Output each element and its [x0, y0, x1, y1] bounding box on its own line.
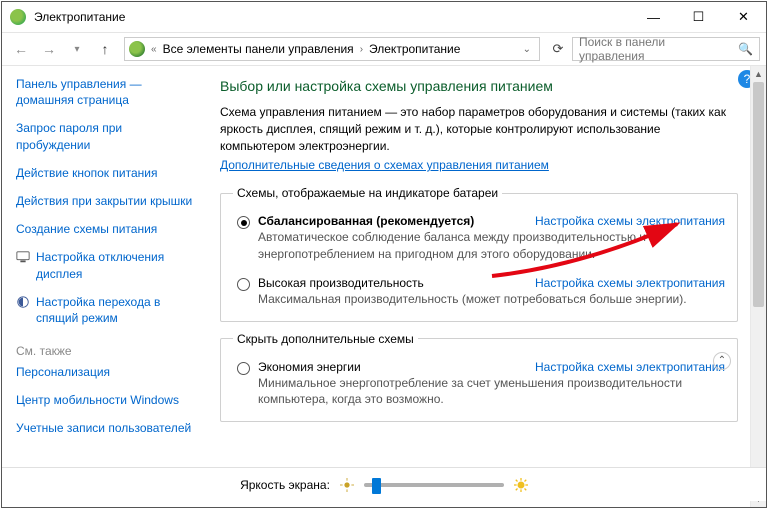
radio-balanced[interactable] — [237, 216, 250, 229]
plan-balanced[interactable]: Сбалансированная (рекомендуется) Настрой… — [233, 214, 725, 261]
breadcrumb-sep: « — [151, 44, 157, 55]
up-button[interactable]: ↑ — [92, 36, 118, 62]
address-dropdown[interactable]: ⌄ — [519, 44, 535, 55]
sidebar-display-off[interactable]: Настройка отключения дисплея — [36, 249, 198, 281]
minimize-button[interactable]: — — [631, 3, 676, 31]
see-also-personalization[interactable]: Персонализация — [16, 364, 198, 380]
slider-thumb[interactable] — [372, 478, 381, 494]
sidebar-password[interactable]: Запрос пароля при пробуждении — [16, 120, 198, 152]
change-plan-link[interactable]: Настройка схемы электропитания — [535, 214, 725, 228]
plan-name: Экономия энергии — [258, 360, 361, 374]
sidebar-lid-close[interactable]: Действия при закрытии крышки — [16, 193, 198, 209]
plan-name: Высокая производительность — [258, 276, 424, 290]
display-icon — [16, 250, 30, 264]
titlebar: Электропитание — ☐ ✕ — [2, 2, 766, 32]
brightness-slider[interactable] — [364, 483, 504, 487]
change-plan-link[interactable]: Настройка схемы электропитания — [535, 360, 725, 374]
see-also-accounts[interactable]: Учетные записи пользователей — [16, 420, 198, 436]
scrollbar[interactable]: ▲ ▼ — [750, 66, 766, 507]
search-box[interactable]: Поиск в панели управления 🔍 — [572, 37, 760, 61]
radio-power-saver[interactable] — [237, 362, 250, 375]
address-bar[interactable]: « Все элементы панели управления › Элект… — [124, 37, 540, 61]
page-heading: Выбор или настройка схемы управления пит… — [220, 78, 738, 94]
sun-bright-icon — [514, 478, 528, 492]
recent-button[interactable]: ▾ — [64, 36, 90, 62]
see-also-heading: См. также — [16, 344, 198, 358]
breadcrumb-sep: › — [360, 44, 363, 55]
change-plan-link[interactable]: Настройка схемы электропитания — [535, 276, 725, 290]
see-also-mobility[interactable]: Центр мобильности Windows — [16, 392, 198, 408]
forward-button[interactable]: → — [36, 36, 62, 62]
extra-plans-group: Скрыть дополнительные схемы ⌃ Экономия э… — [220, 332, 738, 422]
plan-desc: Автоматическое соблюдение баланса между … — [258, 229, 725, 261]
plan-desc: Минимальное энергопотребление за счет ум… — [258, 375, 725, 407]
plan-name: Сбалансированная (рекомендуется) — [258, 214, 474, 228]
maximize-button[interactable]: ☐ — [676, 3, 721, 31]
search-icon: 🔍 — [738, 42, 753, 56]
plan-high-performance[interactable]: Высокая производительность Настройка схе… — [233, 276, 725, 307]
collapse-button[interactable]: ⌃ — [713, 352, 731, 370]
brightness-bar: Яркость экрана: — [2, 467, 766, 501]
battery-plans-group: Схемы, отображаемые на индикаторе батаре… — [220, 186, 738, 322]
sleep-icon — [16, 295, 30, 309]
brightness-label: Яркость экрана: — [240, 478, 330, 492]
sidebar-create-plan[interactable]: Создание схемы питания — [16, 221, 198, 237]
scroll-up-icon[interactable]: ▲ — [751, 66, 766, 82]
navbar: ← → ▾ ↑ « Все элементы панели управления… — [2, 32, 766, 66]
power-options-icon — [10, 9, 26, 25]
search-placeholder: Поиск в панели управления — [579, 35, 732, 63]
window: Электропитание — ☐ ✕ ← → ▾ ↑ « Все элеме… — [1, 1, 767, 508]
group2-legend: Скрыть дополнительные схемы — [233, 332, 418, 346]
group1-legend: Схемы, отображаемые на индикаторе батаре… — [233, 186, 502, 200]
refresh-button[interactable]: ⟳ — [546, 37, 570, 61]
content: ? Выбор или настройка схемы управления п… — [202, 66, 766, 507]
sun-dim-icon — [340, 478, 354, 492]
window-title: Электропитание — [34, 10, 631, 24]
breadcrumb-1[interactable]: Все элементы панели управления — [163, 42, 354, 56]
back-button[interactable]: ← — [8, 36, 34, 62]
sidebar-home[interactable]: Панель управления — домашняя страница — [16, 76, 198, 108]
plan-desc: Максимальная производительность (может п… — [258, 291, 725, 307]
learn-more-link[interactable]: Дополнительные сведения о схемах управле… — [220, 158, 549, 172]
page-description: Схема управления питанием — это набор па… — [220, 104, 738, 154]
sidebar: Панель управления — домашняя страница За… — [2, 66, 202, 507]
control-panel-icon — [129, 41, 145, 57]
window-controls: — ☐ ✕ — [631, 3, 766, 31]
scroll-handle[interactable] — [753, 82, 764, 307]
radio-high-performance[interactable] — [237, 278, 250, 291]
breadcrumb-2[interactable]: Электропитание — [369, 42, 460, 56]
body: Панель управления — домашняя страница За… — [2, 66, 766, 507]
plan-power-saver[interactable]: Экономия энергии Настройка схемы электро… — [233, 360, 725, 407]
sidebar-sleep[interactable]: Настройка перехода в спящий режим — [36, 294, 198, 326]
close-button[interactable]: ✕ — [721, 3, 766, 31]
sidebar-power-buttons[interactable]: Действие кнопок питания — [16, 165, 198, 181]
